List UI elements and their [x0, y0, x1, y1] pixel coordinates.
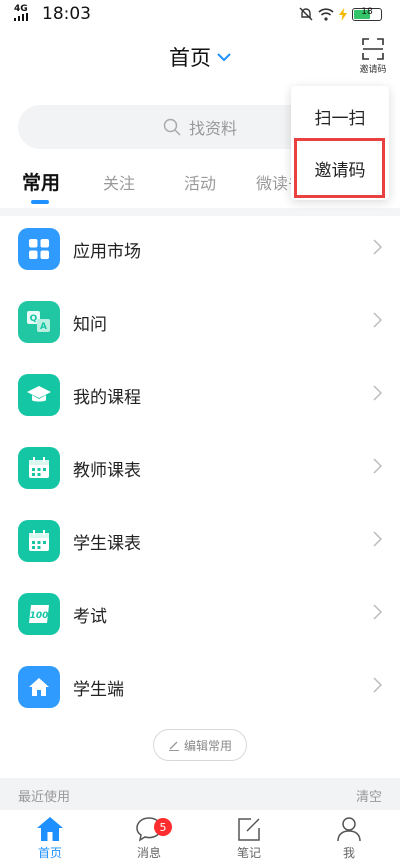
note-icon	[238, 818, 260, 841]
tab-common[interactable]: 常用	[22, 168, 60, 195]
search-placeholder: 找资料	[188, 119, 237, 138]
edit-common-button[interactable]: 编辑常用	[153, 729, 247, 761]
graduation-cap-icon	[18, 374, 60, 416]
exam-icon: 100	[18, 593, 60, 635]
list-item-teacher-schedule[interactable]: 教师课表	[0, 431, 400, 504]
list-item-my-courses[interactable]: 我的课程	[0, 358, 400, 431]
nav-notes[interactable]: 笔记	[219, 816, 279, 866]
nav-home-label: 首页	[37, 846, 62, 860]
scan-button-label: 邀请码	[359, 65, 387, 75]
chevron-right-icon	[373, 312, 382, 328]
list-item-label: 考试	[73, 607, 107, 627]
calendar-icon	[18, 447, 60, 489]
grid-icon	[18, 228, 60, 270]
list-item-label: 我的课程	[73, 388, 141, 408]
tab-activity[interactable]: 活动	[184, 170, 216, 194]
active-tab-indicator	[31, 200, 49, 204]
header-title-dropdown[interactable]: 首页	[0, 42, 400, 72]
home-icon	[37, 817, 63, 841]
nav-notes-label: 笔记	[236, 846, 261, 860]
nav-messages[interactable]: 5 消息	[119, 816, 179, 866]
list-item-label: 应用市场	[73, 242, 141, 262]
search-icon	[163, 118, 181, 136]
list-item-exam[interactable]: 100 考试	[0, 577, 400, 650]
signal-bars-icon	[14, 13, 28, 21]
chevron-right-icon	[373, 677, 382, 693]
list-item-app-market[interactable]: 应用市场	[0, 212, 400, 285]
list-item-zhiwen[interactable]: QA 知问	[0, 285, 400, 358]
battery-level: 18	[361, 6, 373, 17]
menu-item-scan[interactable]: 扫一扫	[291, 90, 389, 142]
calendar-icon	[18, 520, 60, 562]
clear-recent-button[interactable]: 清空	[356, 786, 382, 805]
highlight-box	[294, 138, 385, 198]
charging-icon	[339, 7, 347, 21]
list-item-label: 知问	[73, 315, 107, 335]
status-time: 18:03	[42, 4, 91, 24]
nav-me[interactable]: 我	[319, 816, 379, 866]
signal-indicator: 4G	[14, 5, 28, 23]
chevron-right-icon	[373, 239, 382, 255]
home-icon	[18, 666, 60, 708]
message-count-badge: 5	[154, 818, 172, 836]
recent-section-header: 最近使用 清空	[0, 778, 400, 810]
svg-text:100: 100	[30, 611, 49, 621]
nav-me-label: 我	[342, 846, 355, 860]
list-item-student-schedule[interactable]: 学生课表	[0, 504, 400, 577]
svg-text:A: A	[40, 322, 47, 332]
wifi-icon	[318, 7, 334, 21]
chevron-down-icon	[217, 52, 231, 61]
battery-icon: 18	[352, 6, 382, 21]
chevron-right-icon	[373, 385, 382, 401]
list-item-student-side[interactable]: 学生端	[0, 650, 400, 723]
mute-icon	[299, 7, 313, 21]
page-title: 首页	[169, 46, 211, 70]
chevron-right-icon	[373, 604, 382, 620]
status-icons: 18	[299, 6, 382, 22]
qa-icon: QA	[18, 301, 60, 343]
svg-text:Q: Q	[30, 314, 38, 324]
pencil-icon	[168, 741, 179, 751]
chevron-right-icon	[373, 531, 382, 547]
list-item-label: 学生课表	[73, 534, 141, 554]
chevron-right-icon	[373, 458, 382, 474]
app-header: 首页 邀请码	[0, 28, 400, 90]
scan-invite-button[interactable]: 邀请码	[358, 38, 388, 80]
recent-title: 最近使用	[18, 790, 71, 805]
person-icon	[337, 817, 361, 842]
list-item-label: 学生端	[73, 680, 124, 700]
tab-follow[interactable]: 关注	[103, 170, 135, 194]
nav-home[interactable]: 首页	[20, 816, 80, 866]
bottom-navigation: 首页 5 消息 笔记 我	[0, 810, 400, 866]
scan-icon	[362, 38, 384, 60]
nav-messages-label: 消息	[136, 846, 161, 860]
edit-common-label: 编辑常用	[183, 738, 232, 753]
status-bar: 4G 18:03 18	[0, 0, 400, 28]
list-item-label: 教师课表	[73, 461, 141, 481]
